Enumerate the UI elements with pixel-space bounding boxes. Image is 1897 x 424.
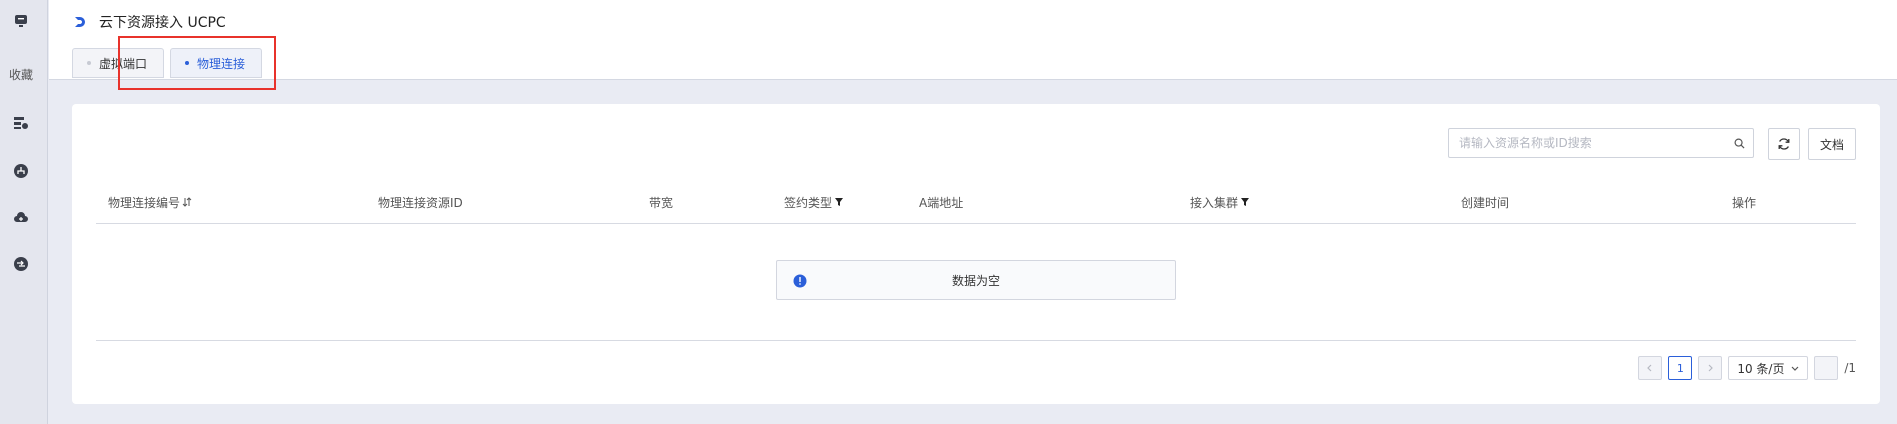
search-icon[interactable] xyxy=(1725,138,1753,149)
favorites-label[interactable]: 收藏 xyxy=(0,66,42,83)
content-card: 文档 物理连接编号 物理连接资源ID 带宽 签约类型 A端地址 接入集群 xyxy=(72,104,1880,404)
page-total: /1 xyxy=(1844,361,1856,375)
filter-icon[interactable] xyxy=(1240,197,1250,207)
column-header: 带宽 xyxy=(649,180,673,224)
column-header: 操作 xyxy=(1732,180,1756,224)
column-label: 创建时间 xyxy=(1461,195,1510,210)
column-label: 带宽 xyxy=(649,195,674,210)
monitor-icon[interactable] xyxy=(12,12,30,30)
empty-text: 数据为空 xyxy=(951,273,1000,288)
empty-state: 数据为空 xyxy=(776,260,1176,300)
table-header: 物理连接编号 物理连接资源ID 带宽 签约类型 A端地址 接入集群 创建时间 操… xyxy=(96,180,1856,224)
pagination: 1 10 条/页 /1 xyxy=(1638,356,1856,380)
column-header: 物理连接资源ID xyxy=(378,180,463,224)
table-divider xyxy=(96,340,1856,341)
ucpc-logo-icon xyxy=(75,17,86,27)
page-header: 云下资源接入 UCPC 虚拟端口 物理连接 xyxy=(49,0,1897,80)
page-jump-input[interactable] xyxy=(1814,356,1839,380)
left-rail: 收藏 xyxy=(0,0,48,424)
connect-icon[interactable] xyxy=(12,255,30,273)
sort-icon[interactable] xyxy=(182,197,192,207)
column-header: 创建时间 xyxy=(1461,180,1509,224)
filter-icon[interactable] xyxy=(834,197,844,207)
chevron-right-icon xyxy=(1708,364,1714,372)
tab-label: 虚拟端口 xyxy=(99,56,148,71)
column-label: A端地址 xyxy=(919,195,964,210)
chevron-down-icon xyxy=(1791,366,1799,371)
page-size-value: 10 条/页 xyxy=(1737,361,1785,376)
column-label: 接入集群 xyxy=(1190,195,1239,210)
column-header[interactable]: 签约类型 xyxy=(784,180,844,224)
app-title-bar: 云下资源接入 UCPC xyxy=(73,12,226,32)
column-header[interactable]: 物理连接编号 xyxy=(108,180,192,224)
tab-bar: 虚拟端口 物理连接 xyxy=(72,48,263,78)
prev-page-button[interactable] xyxy=(1638,356,1663,380)
tab-label: 物理连接 xyxy=(197,56,246,71)
doc-button[interactable]: 文档 xyxy=(1808,128,1856,160)
page-title: 云下资源接入 UCPC xyxy=(99,15,226,31)
cloud-icon[interactable] xyxy=(12,209,30,227)
data-table: 物理连接编号 物理连接资源ID 带宽 签约类型 A端地址 接入集群 创建时间 操… xyxy=(96,180,1856,300)
network-icon[interactable] xyxy=(12,162,30,180)
page-size-select[interactable]: 10 条/页 xyxy=(1728,356,1809,380)
column-label: 签约类型 xyxy=(784,195,833,210)
page-number-button[interactable]: 1 xyxy=(1668,356,1693,380)
refresh-button[interactable] xyxy=(1768,128,1800,160)
tab-physical-connection[interactable]: 物理连接 xyxy=(170,48,263,78)
search-box xyxy=(1448,128,1754,158)
tab-virtual-port[interactable]: 虚拟端口 xyxy=(72,48,165,78)
search-input[interactable] xyxy=(1449,129,1725,157)
refresh-icon xyxy=(1778,138,1790,150)
column-label: 操作 xyxy=(1732,195,1757,210)
column-header[interactable]: 接入集群 xyxy=(1190,180,1250,224)
server-list-icon[interactable] xyxy=(12,114,30,132)
column-label: 物理连接资源ID xyxy=(378,195,463,210)
column-label: 物理连接编号 xyxy=(108,195,181,210)
chevron-left-icon xyxy=(1647,364,1652,372)
next-page-button[interactable] xyxy=(1698,356,1723,380)
tab-dot xyxy=(185,61,190,65)
tab-dot xyxy=(87,61,91,65)
info-icon xyxy=(793,274,807,288)
column-header: A端地址 xyxy=(919,180,963,224)
